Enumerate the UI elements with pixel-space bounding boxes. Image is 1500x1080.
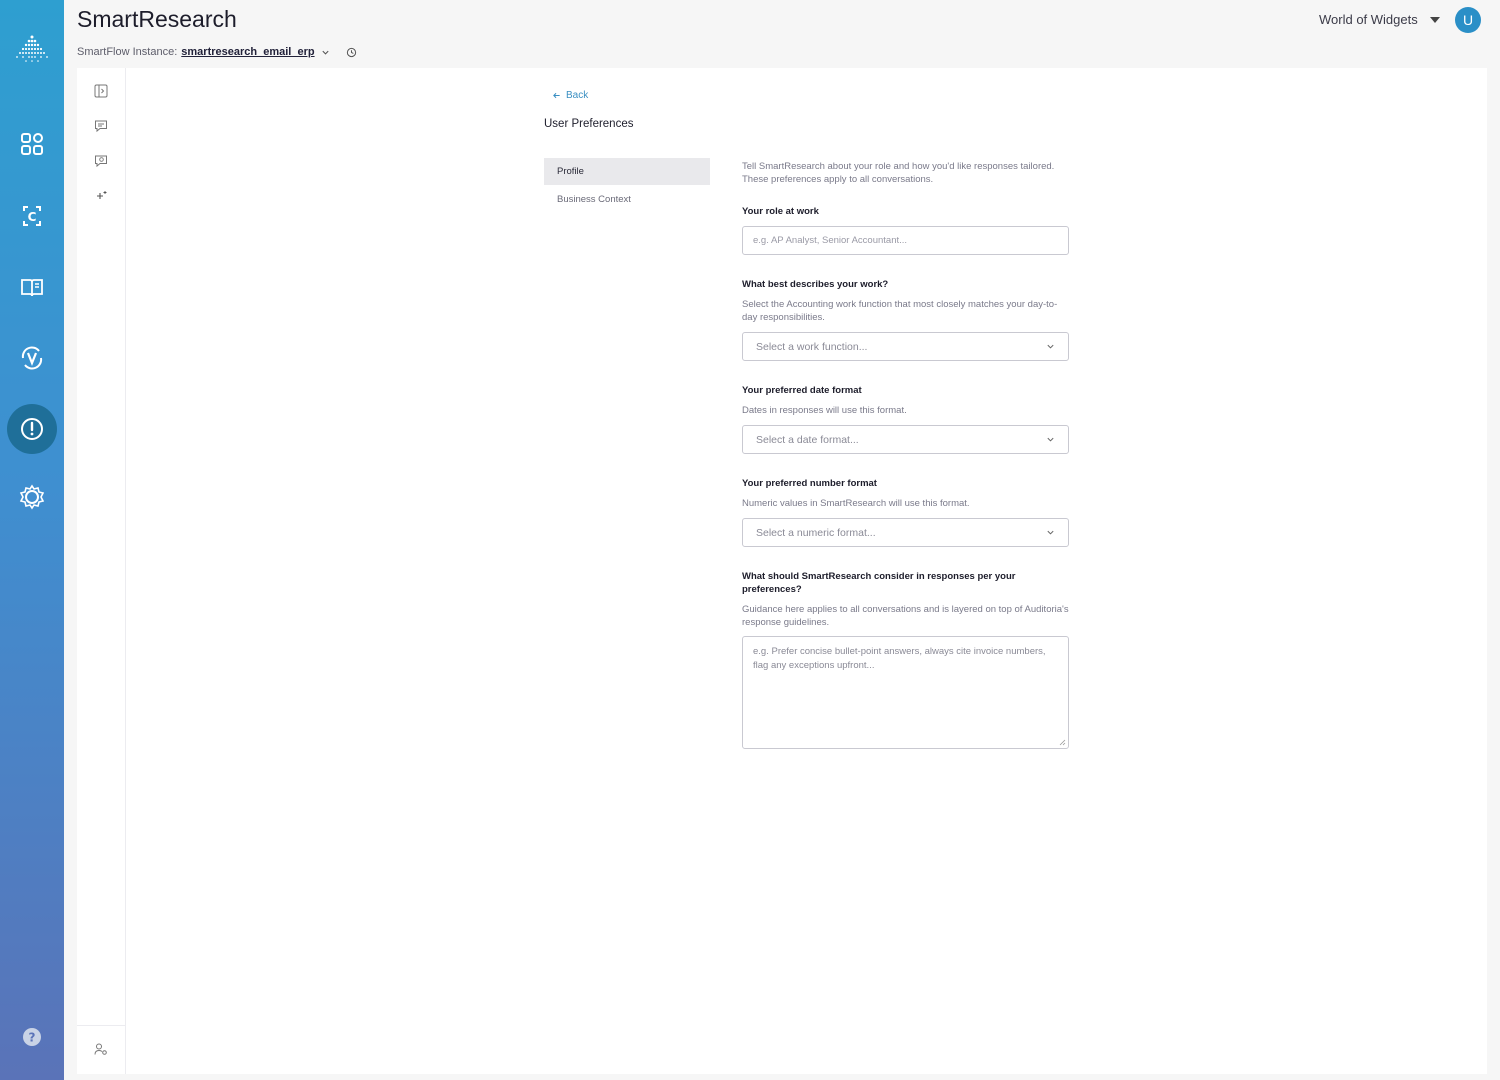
settings-gear-icon bbox=[19, 484, 45, 510]
smartflow-c-icon: C bbox=[23, 206, 41, 226]
chevron-down-icon[interactable] bbox=[321, 48, 330, 57]
guidance-placeholder: e.g. Prefer concise bullet-point answers… bbox=[753, 646, 1046, 671]
work-function-label: What best describes your work? bbox=[742, 279, 889, 290]
tab-profile[interactable]: Profile bbox=[544, 158, 710, 185]
instance-label: SmartFlow Instance: bbox=[77, 46, 178, 58]
work-function-placeholder: Select a work function... bbox=[756, 340, 868, 353]
sparkle-add-icon[interactable] bbox=[93, 188, 109, 204]
verify-v-icon bbox=[21, 346, 43, 370]
back-link[interactable]: Back bbox=[552, 90, 588, 101]
org-name: World of Widgets bbox=[1319, 12, 1418, 27]
history-icon[interactable] bbox=[346, 47, 357, 58]
guidance-label: What should SmartResearch consider in re… bbox=[742, 571, 1016, 595]
number-format-label: Your preferred number format bbox=[742, 478, 877, 489]
app-title: SmartResearch bbox=[77, 6, 237, 32]
date-format-placeholder: Select a date format... bbox=[756, 433, 859, 446]
rail-knowledge-button[interactable] bbox=[7, 262, 57, 312]
role-input[interactable]: e.g. AP Analyst, Senior Accountant... bbox=[742, 226, 1069, 255]
dashboard-icon bbox=[21, 133, 43, 155]
role-label: Your role at work bbox=[742, 206, 819, 217]
rail-alerts-button[interactable] bbox=[7, 404, 57, 454]
instance-name-link[interactable]: smartresearch_email_erp bbox=[181, 46, 314, 58]
back-label: Back bbox=[566, 90, 589, 101]
arrow-left-icon bbox=[553, 92, 560, 99]
rail-settings-button[interactable] bbox=[7, 472, 57, 522]
svg-text:?: ? bbox=[29, 1031, 36, 1045]
org-switcher[interactable]: World of Widgets bbox=[1319, 12, 1440, 27]
book-icon bbox=[21, 279, 43, 297]
left-rail: C ? bbox=[0, 0, 64, 1080]
instance-selector[interactable]: SmartFlow Instance: smartresearch_email_… bbox=[77, 46, 357, 58]
page-title: User Preferences bbox=[544, 118, 634, 130]
number-format-placeholder: Select a numeric format... bbox=[756, 526, 876, 539]
rail-smartflow-button[interactable]: C bbox=[7, 191, 57, 241]
rail-dashboard-button[interactable] bbox=[7, 119, 57, 169]
panel-toggle-icon[interactable] bbox=[93, 83, 109, 99]
tab-business-context[interactable]: Business Context bbox=[544, 186, 710, 213]
work-function-select[interactable]: Select a work function... bbox=[742, 332, 1069, 361]
date-format-select[interactable]: Select a date format... bbox=[742, 425, 1069, 454]
caret-down-icon bbox=[1429, 16, 1440, 23]
chat-toolbar bbox=[77, 68, 126, 1074]
main-panel: Back User Preferences Profile Business C… bbox=[77, 68, 1487, 1074]
alert-circle-icon bbox=[21, 418, 43, 440]
help-icon[interactable]: ? bbox=[22, 1027, 42, 1047]
work-function-hint: Select the Accounting work function that… bbox=[742, 299, 1058, 323]
svg-text:C: C bbox=[28, 210, 37, 224]
new-chat-icon[interactable] bbox=[93, 118, 109, 134]
chevron-down-icon bbox=[1047, 437, 1054, 442]
number-format-hint: Numeric values in SmartResearch will use… bbox=[742, 498, 970, 509]
resize-grip-icon[interactable] bbox=[1058, 738, 1066, 746]
user-avatar[interactable]: U bbox=[1455, 7, 1481, 33]
rail-verify-button[interactable] bbox=[7, 333, 57, 383]
preferences-tabs: Profile Business Context bbox=[544, 158, 710, 214]
search-chats-icon[interactable] bbox=[93, 153, 109, 169]
guidance-hint: Guidance here applies to all conversatio… bbox=[742, 604, 1069, 628]
date-format-hint: Dates in responses will use this format. bbox=[742, 405, 907, 416]
form-intro: Tell SmartResearch about your role and h… bbox=[742, 161, 1055, 185]
chevron-down-icon bbox=[1047, 530, 1054, 535]
date-format-label: Your preferred date format bbox=[742, 385, 862, 396]
app-logo-icon[interactable] bbox=[12, 34, 52, 68]
guidance-textarea[interactable]: e.g. Prefer concise bullet-point answers… bbox=[742, 636, 1069, 749]
toolbar-divider bbox=[77, 1025, 126, 1026]
chevron-down-icon bbox=[1047, 344, 1054, 349]
user-settings-icon[interactable] bbox=[93, 1041, 109, 1057]
number-format-select[interactable]: Select a numeric format... bbox=[742, 518, 1069, 547]
profile-form: Tell SmartResearch about your role and h… bbox=[742, 158, 1069, 749]
